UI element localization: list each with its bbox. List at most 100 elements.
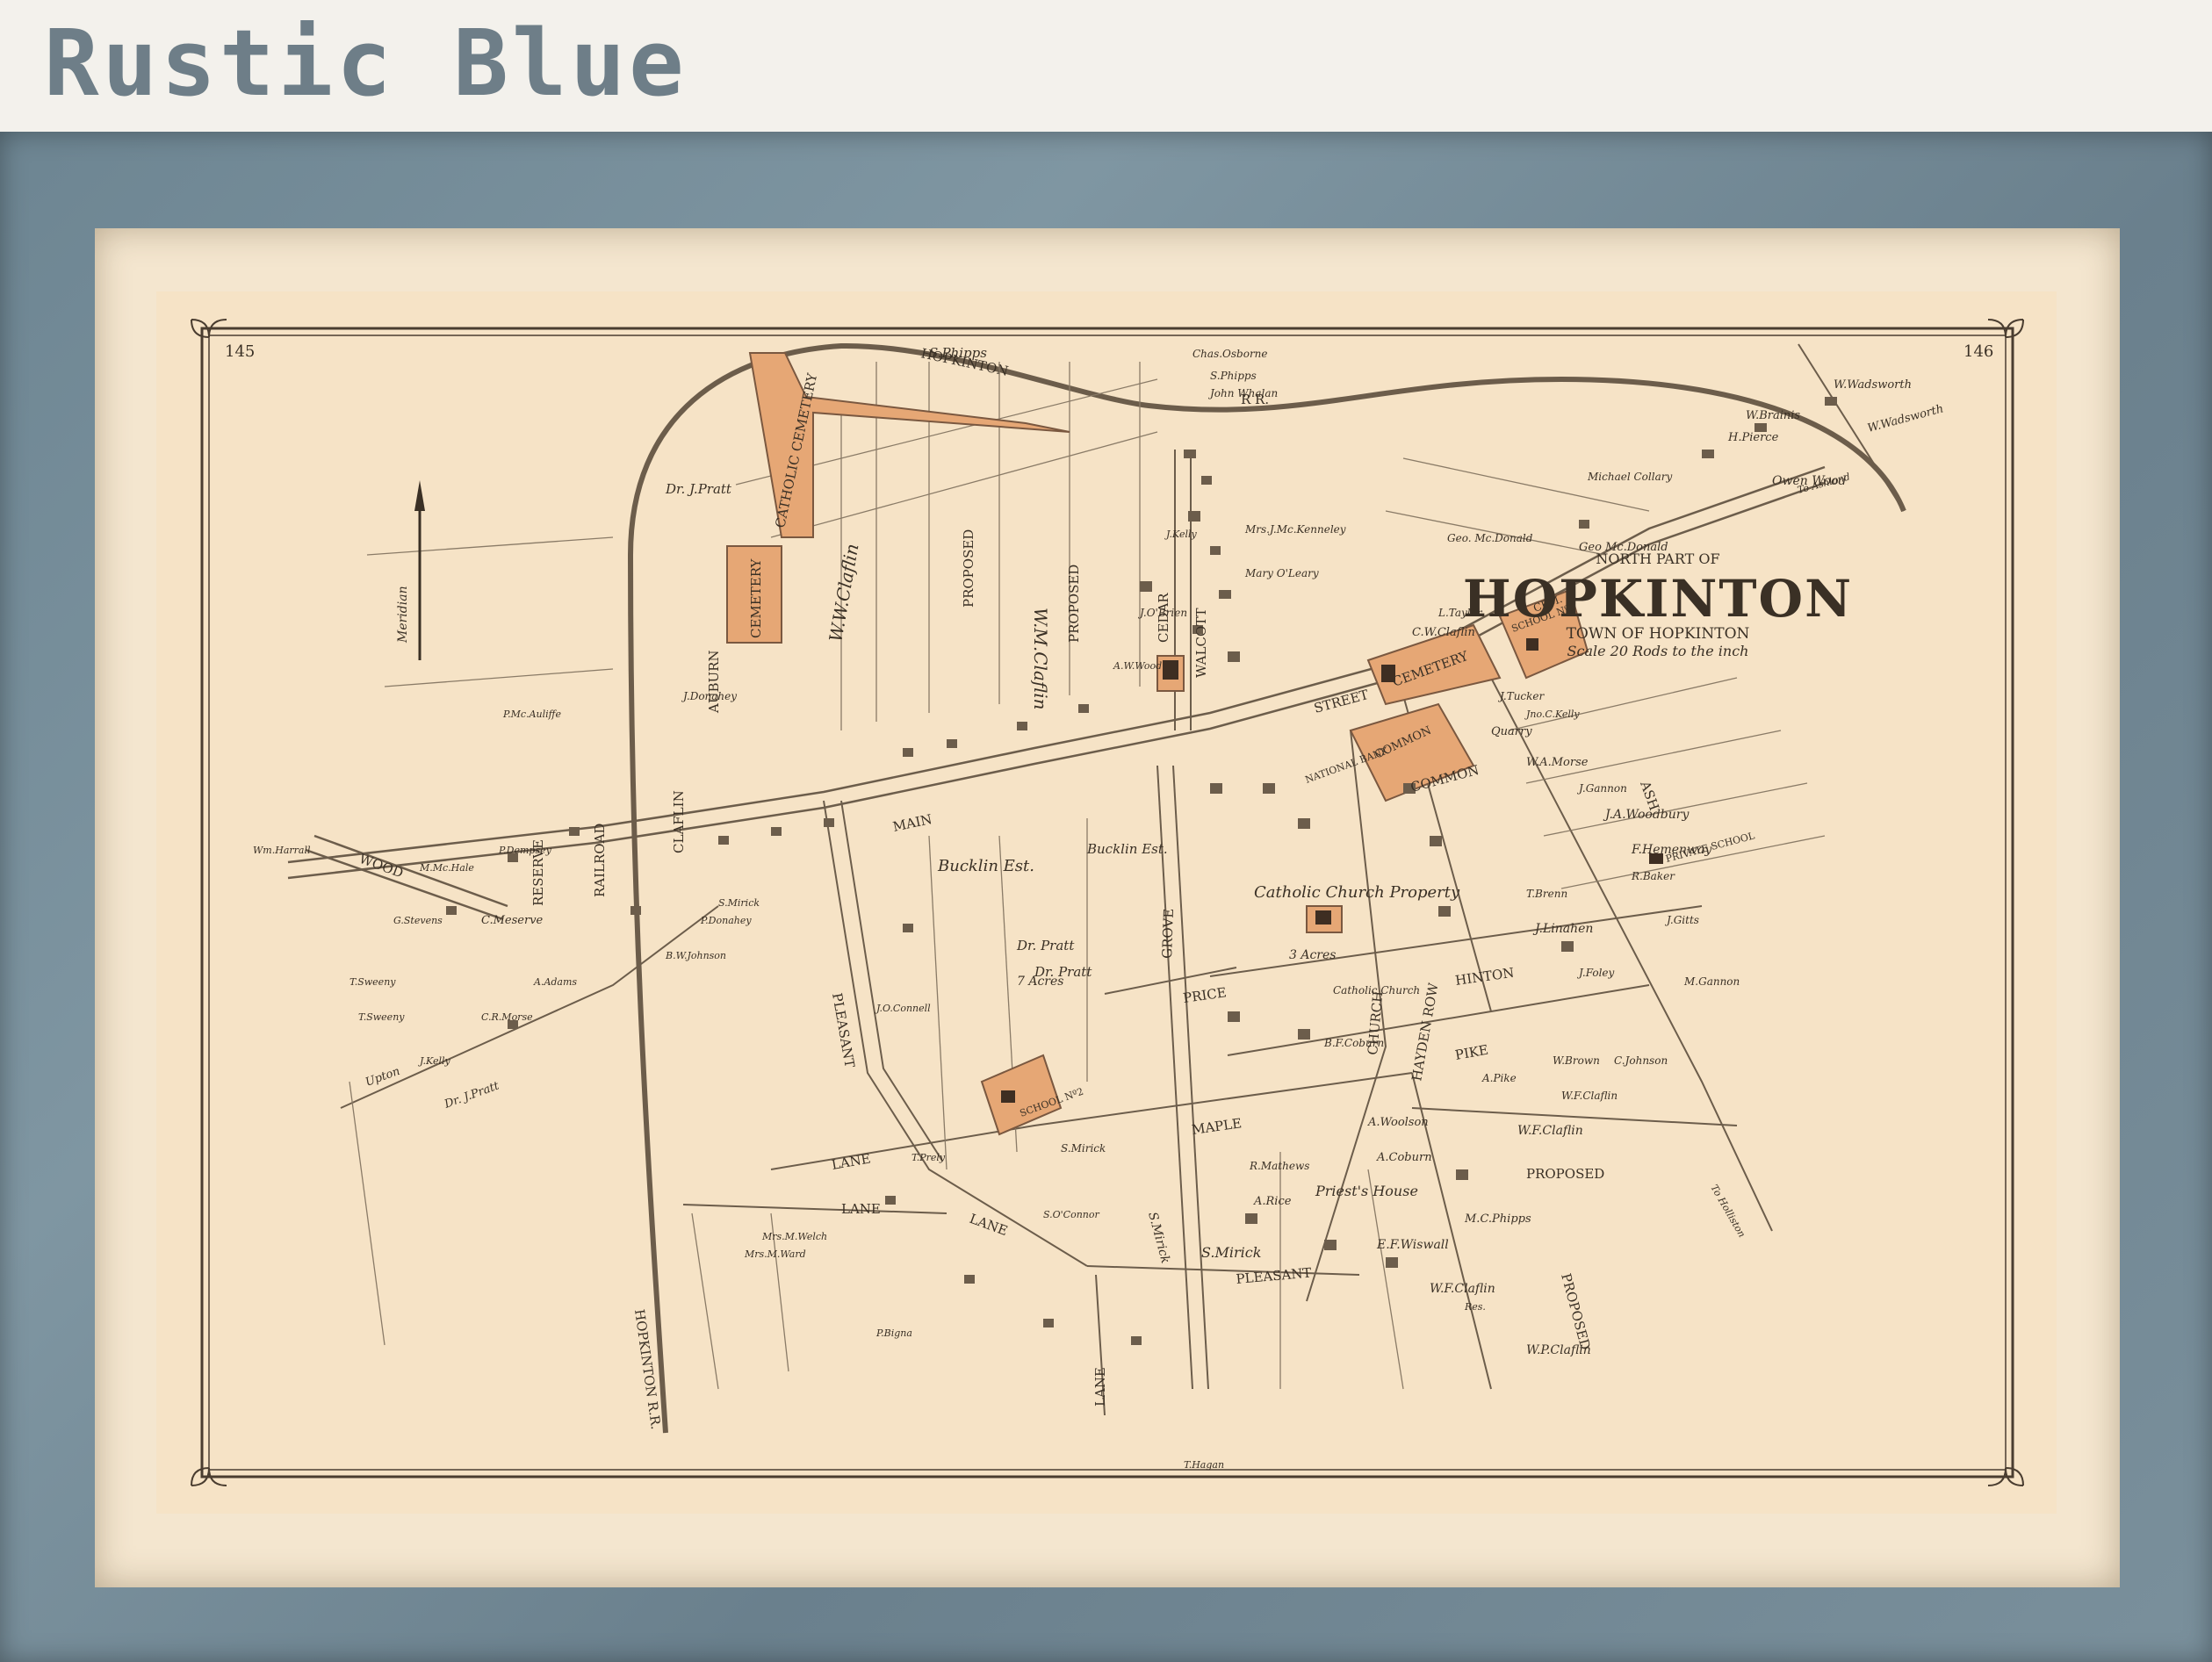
owner-t-hagan: T.Hagan	[1184, 1459, 1224, 1471]
mat-board: 145 146 HOPKINTON R R. HOPKINTON R.R. Me…	[95, 228, 2120, 1587]
owner-a-pike: A.Pike	[1481, 1072, 1517, 1084]
owner-j-kelly: J.Kelly	[418, 1055, 451, 1067]
owner-mrs-j-mc-kenneley: Mrs.J.Mc.Kenneley	[1244, 523, 1346, 536]
owner-s-phipps: S.Phipps	[929, 345, 987, 361]
label-bucklin-est: Bucklin Est.	[937, 857, 1034, 875]
owner-s-oconnor: S.O'Connor	[1043, 1209, 1100, 1220]
label-priests-house: Priest's House	[1315, 1183, 1418, 1199]
owner-a-rice: A.Rice	[1253, 1195, 1292, 1208]
owner-aw-wood: A.W.Wood	[1113, 660, 1162, 672]
label-catholic-church: Catholic Church	[1333, 984, 1420, 996]
label-upton: Upton	[364, 1065, 401, 1090]
label-catholic-church-property: Catholic Church Property	[1254, 883, 1460, 902]
owner-h-pierce: H.Pierce	[1727, 431, 1779, 444]
owner-ww-claflin: W.W.Claflin	[825, 542, 862, 644]
owner-s-mirick: S.Mirick	[718, 897, 760, 909]
owner-j-linahen: J.Linahen	[1532, 922, 1593, 936]
owner-bw-johnson: B.W.Johnson	[665, 950, 726, 961]
meridian-label: Meridian	[396, 586, 410, 644]
label-main-street: MAIN	[891, 811, 933, 835]
label-maple-street: MAPLE	[1191, 1115, 1243, 1138]
owner-t-sweeny: T.Sweeny	[349, 976, 396, 988]
label-proposed-3: PROPOSED	[1526, 1166, 1604, 1182]
owner-a-coburn: A.Coburn	[1376, 1151, 1432, 1164]
owner-j-o-brien: J.O'Brien	[1137, 607, 1187, 619]
label-auburn-street: AUBURN	[706, 650, 722, 714]
owner-t-sweeny-2: T.Sweeny	[358, 1011, 405, 1023]
owner-wf-claflin: W.F.Claflin	[1430, 1282, 1495, 1296]
owner-dr-pratt: Dr. Pratt	[1016, 938, 1075, 953]
owner-mc-phipps: M.C.Phipps	[1464, 1212, 1531, 1226]
label-walcott-street: WALCOTT	[1193, 608, 1209, 678]
school-2-parcel	[980, 1054, 1063, 1136]
owner-ef-wiswall: E.F.Wiswall	[1376, 1238, 1449, 1252]
owner-p-mc-auliffe: P.Mc.Auliffe	[502, 709, 561, 720]
label-lane-2: LANE	[841, 1201, 881, 1217]
owner-s-mirick-3: S.Mirick	[1201, 1244, 1261, 1261]
label-price-street: PRICE	[1182, 984, 1228, 1006]
label-cemetery-left: CEMETERY	[748, 558, 764, 638]
owner-w-brainis: W.Brainis	[1746, 409, 1800, 422]
owner-s-phipps-2: S.Phipps	[1210, 370, 1257, 382]
owner-m-gannon: M.Gannon	[1683, 975, 1740, 988]
label-proposed-4: PROPOSED	[1558, 1271, 1594, 1351]
label-claflin-street: CLAFLIN	[671, 790, 687, 853]
owner-j-gannon: J.Gannon	[1576, 782, 1627, 795]
owner-w-brown: W.Brown	[1553, 1054, 1600, 1067]
owner-w-m-claflin: W.M.Claflin	[1030, 608, 1051, 710]
owner-dr-j-pratt-2: Dr. J.Pratt	[442, 1079, 501, 1112]
owner-res: Res.	[1464, 1301, 1486, 1313]
owner-mary-o-leary: Mary O'Leary	[1244, 567, 1319, 579]
label-quarry: Quarry	[1491, 725, 1532, 738]
owner-j-gitts: J.Gitts	[1664, 914, 1699, 926]
owner-s-mirick-4: S.Mirick	[1145, 1211, 1172, 1265]
owner-dr-pratt-2: Dr. Pratt	[1034, 964, 1092, 980]
owner-s-mirick-2: S.Mirick	[1061, 1142, 1106, 1155]
owner-w-wadsworth: W.Wadsworth	[1834, 378, 1912, 392]
label-to-holliston: To Holliston	[1708, 1183, 1747, 1240]
owner-m-mchale: M.Mc.Hale	[419, 862, 474, 874]
owner-c-meserve: C.Meserve	[481, 914, 544, 927]
owner-geo-mc-donald-2: Geo Mc.Donald	[1579, 541, 1668, 554]
owner-j-kelly-2: J.Kelly	[1164, 529, 1198, 540]
owner-wp-claflin: W.P.Claflin	[1526, 1343, 1591, 1357]
owner-t-prely: T.Prely	[911, 1152, 946, 1163]
owner-mrs-m-welch: Mrs.M.Welch	[761, 1231, 827, 1242]
owner-w-wadsworth-2: W.Wadsworth	[1866, 402, 1945, 435]
owner-g-stevens: G.Stevens	[393, 915, 443, 926]
lot-lines	[349, 362, 1826, 1390]
owner-r-baker: R.Baker	[1631, 870, 1675, 882]
owner-c-johnson: C.Johnson	[1614, 1054, 1668, 1067]
map-scale: Scale 20 Rods to the inch	[1567, 643, 1749, 659]
owner-wa-morse: W.A.Morse	[1526, 756, 1589, 769]
label-railroad-street: RAILROAD	[592, 824, 608, 897]
owner-j-foley: J.Foley	[1576, 967, 1615, 979]
label-three-acres: 3 Acres	[1289, 948, 1336, 962]
map-canvas: 145 146 HOPKINTON R R. HOPKINTON R.R. Me…	[191, 319, 2024, 1486]
owner-p-dempsey: P.Dempsey	[498, 845, 552, 856]
label-pleasant-st: PLEASANT	[1236, 1265, 1312, 1287]
owner-dr-j-pratt: Dr. J.Pratt	[665, 481, 732, 497]
frame-style-caption: Rustic Blue	[44, 10, 688, 117]
owner-wm-harrall: Wm.Harrall	[253, 845, 311, 856]
owner-mrs-m-ward: Mrs.M.Ward	[744, 1248, 806, 1260]
title-subtitle: TOWN OF HOPKINTON	[1567, 625, 1750, 643]
label-proposed-2: PROPOSED	[1066, 565, 1082, 643]
owner-cw-claflin: C.W.Claflin	[1412, 626, 1475, 639]
owner-p-bigna: P.Bigna	[875, 1327, 912, 1339]
label-street: STREET	[1312, 687, 1370, 716]
label-lane-4: LANE	[1092, 1367, 1108, 1407]
label-grove-street: GROVE	[1159, 908, 1177, 959]
owner-f-hemenway: F.Hemenway	[1631, 843, 1712, 857]
picture-frame: 145 146 HOPKINTON R R. HOPKINTON R.R. Me…	[0, 132, 2212, 1662]
label-proposed-1: PROPOSED	[961, 529, 976, 608]
owner-j-tucker: J.Tucker	[1497, 690, 1546, 702]
owner-jo-connell: J.O.Connell	[875, 1003, 931, 1014]
label-lane-1: LANE	[831, 1150, 872, 1173]
label-hinton-street: HINTON	[1454, 965, 1515, 989]
owner-cr-morse: C.R.Morse	[481, 1011, 533, 1023]
map-border	[200, 327, 2014, 1479]
owner-a-woolson: A.Woolson	[1367, 1116, 1429, 1129]
label-bucklin-est-2: Bucklin Est.	[1086, 841, 1168, 857]
owner-john-whalan: John Whalan	[1207, 387, 1278, 399]
